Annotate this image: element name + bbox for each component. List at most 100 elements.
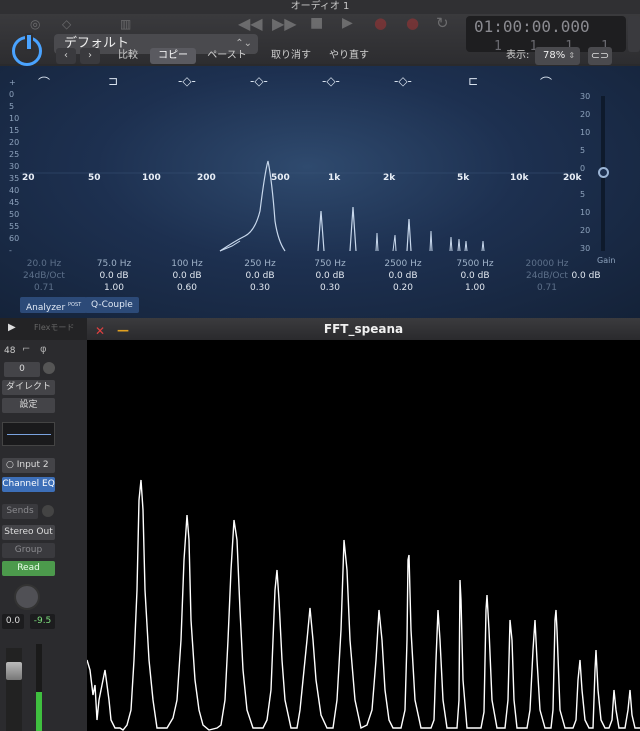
band-3-params[interactable]: 100 Hz 0.0 dB 0.60 — [157, 258, 217, 294]
forward-icon[interactable]: ▶▶ — [272, 14, 297, 33]
band-freq[interactable]: 7500 Hz — [445, 258, 505, 270]
band-freq[interactable]: 250 Hz — [230, 258, 290, 270]
prev-preset-button[interactable]: ‹ — [56, 48, 76, 64]
band-gain[interactable]: 24dB/Oct — [14, 270, 74, 282]
send-knob[interactable] — [42, 505, 54, 517]
analyzer-label: Analyzer — [26, 303, 66, 313]
db-scale-right-label: 20 — [580, 110, 591, 119]
band-gain[interactable]: 0.0 dB — [300, 270, 360, 282]
play-icon[interactable]: ▶ — [342, 15, 353, 31]
db-scale-left-label: 25 — [9, 150, 20, 159]
loop-icon[interactable]: ◎ — [30, 17, 40, 31]
band-gain[interactable]: 0.0 dB — [157, 270, 217, 282]
direct-monitor-button[interactable]: ダイレクト — [2, 380, 55, 395]
band-gain[interactable]: 0.0 dB — [373, 270, 433, 282]
db-scale-right-label: 30 — [580, 244, 591, 253]
master-gain-value[interactable]: 0.0 dB — [566, 270, 606, 282]
band-4-params[interactable]: 250 Hz 0.0 dB 0.30 — [230, 258, 290, 294]
input-knob[interactable] — [43, 362, 55, 374]
band-freq[interactable]: 750 Hz — [300, 258, 360, 270]
band-q[interactable]: 0.71 — [517, 282, 577, 294]
low-shelf-icon[interactable]: ⊐ — [108, 74, 118, 88]
curve-icon[interactable]: ⌐ — [22, 344, 30, 355]
band-1-params[interactable]: 20.0 Hz 24dB/Oct 0.71 — [14, 258, 74, 294]
band-q[interactable]: 1.00 — [84, 282, 144, 294]
compare-button[interactable]: 比較 — [110, 48, 146, 64]
link-button[interactable]: ⊂⊃ — [588, 47, 612, 65]
band-gain[interactable]: 0.0 dB — [84, 270, 144, 282]
band-q[interactable]: 0.30 — [230, 282, 290, 294]
band-freq[interactable]: 20000 Hz — [517, 258, 577, 270]
analyzer-button[interactable]: Analyzer POST — [20, 297, 88, 313]
db-scale-left-label: 50 — [9, 210, 20, 219]
lcd-side-button[interactable] — [628, 16, 640, 52]
gain-slider-handle[interactable] — [598, 167, 609, 178]
rewind-icon[interactable]: ◀◀ — [238, 14, 263, 33]
phase-icon[interactable]: φ — [40, 344, 47, 355]
zoom-select[interactable]: 78% ⇕ — [535, 47, 580, 65]
peak-band-icon[interactable]: -◇- — [178, 74, 196, 88]
timecode: 01:00:00.000 — [474, 17, 590, 36]
power-button[interactable] — [12, 33, 42, 66]
paste-button[interactable]: ペースト — [202, 48, 252, 64]
close-icon[interactable]: ✕ — [95, 320, 105, 342]
eq-graph[interactable]: ⌒ ⊐ -◇- -◇- -◇- -◇- ⊏ ⌒ +0 5 10 15 20 25 30 35 4… — [0, 66, 640, 318]
band-freq[interactable]: 20.0 Hz — [14, 258, 74, 270]
minimize-icon[interactable]: — — [117, 319, 129, 341]
flex-mode-label: Flexモード — [34, 323, 75, 332]
band-q[interactable]: 0.20 — [373, 282, 433, 294]
band-6-params[interactable]: 2500 Hz 0.0 dB 0.20 — [373, 258, 433, 294]
plugin-slot-channel-eq[interactable]: Channel EQ — [2, 477, 55, 492]
band-5-params[interactable]: 750 Hz 0.0 dB 0.30 — [300, 258, 360, 294]
group-select[interactable]: Group — [2, 543, 55, 558]
copy-button[interactable]: コピー — [150, 48, 196, 64]
input-select[interactable]: ○ Input 2 — [2, 458, 55, 473]
settings-button[interactable]: 設定 — [2, 398, 55, 413]
sends-slot[interactable]: Sends — [2, 504, 38, 519]
record-icon[interactable]: ● — [374, 14, 387, 32]
redo-button[interactable]: やり直す — [322, 48, 376, 64]
band-gain[interactable]: 0.0 dB — [445, 270, 505, 282]
output-select[interactable]: Stereo Out — [2, 525, 55, 540]
low-cut-icon[interactable]: ⌒ — [38, 74, 50, 91]
play-icon[interactable]: ▶ — [8, 322, 16, 333]
fft-titlebar: ✕ — FFT_speana — [87, 318, 640, 340]
db-scale-right-label: 30 — [580, 92, 591, 101]
replace-record-icon[interactable]: ● — [406, 14, 419, 32]
stop-icon[interactable]: ■ — [310, 15, 323, 31]
band-2-params[interactable]: 75.0 Hz 0.0 dB 1.00 — [84, 258, 144, 294]
eq-thumbnail-line — [7, 434, 51, 435]
db-scale-left-label: 0 — [9, 90, 15, 99]
band-q[interactable]: 0.71 — [14, 282, 74, 294]
peak-band-icon[interactable]: -◇- — [250, 74, 268, 88]
automation-mode-select[interactable]: Read — [2, 561, 55, 576]
input-gain-field[interactable]: 0 — [4, 362, 40, 377]
db-scale-left-label: 10 — [9, 114, 20, 123]
peak-band-icon[interactable]: -◇- — [322, 74, 340, 88]
db-scale-left-label: 35 — [9, 174, 20, 183]
cycle-icon[interactable]: ↻ — [436, 14, 449, 32]
band-freq[interactable]: 100 Hz — [157, 258, 217, 270]
band-q[interactable]: 1.00 — [445, 282, 505, 294]
fader-handle[interactable] — [6, 662, 22, 680]
band-freq[interactable]: 75.0 Hz — [84, 258, 144, 270]
pan-knob[interactable] — [14, 584, 40, 610]
mixer-icon[interactable]: ▥ — [120, 17, 131, 31]
db-scale-left-label: 20 — [9, 138, 20, 147]
eq-thumbnail[interactable] — [2, 422, 55, 446]
band-gain[interactable]: 0.0 dB — [230, 270, 290, 282]
band-q[interactable]: 0.30 — [300, 282, 360, 294]
channel-number: 48 — [4, 346, 16, 356]
fader-track[interactable] — [6, 648, 22, 731]
level-value: -9.5 — [30, 614, 55, 629]
metronome-icon[interactable]: ◇ — [62, 17, 71, 31]
peak-band-icon[interactable]: -◇- — [394, 74, 412, 88]
high-cut-icon[interactable]: ⌒ — [540, 74, 552, 91]
band-7-params[interactable]: 7500 Hz 0.0 dB 1.00 — [445, 258, 505, 294]
next-preset-button[interactable]: › — [80, 48, 100, 64]
band-q[interactable]: 0.60 — [157, 282, 217, 294]
undo-button[interactable]: 取り消す — [262, 48, 320, 64]
q-couple-button[interactable]: Q-Couple — [85, 297, 139, 313]
band-freq[interactable]: 2500 Hz — [373, 258, 433, 270]
high-shelf-icon[interactable]: ⊏ — [468, 74, 478, 88]
